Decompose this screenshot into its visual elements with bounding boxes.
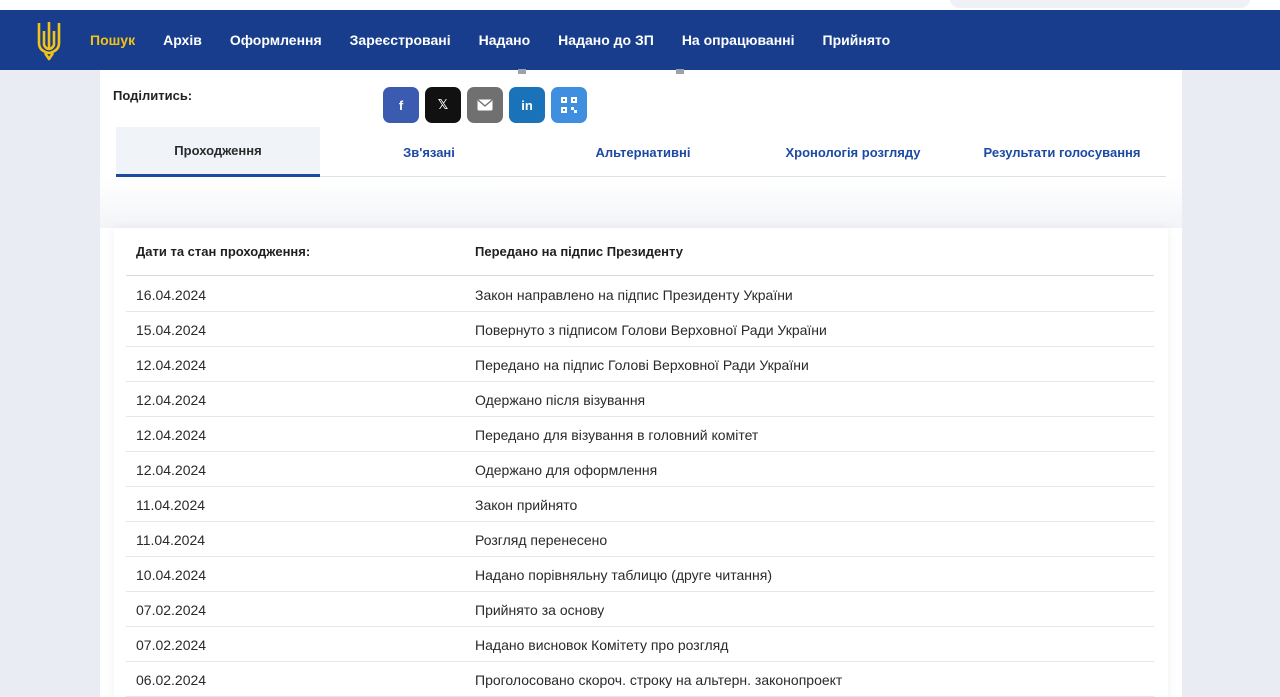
table-row: 16.04.2024 Закон направлено на підпис Пр… [126, 277, 1154, 312]
qr-share-button[interactable] [551, 87, 587, 123]
tab-related[interactable]: Зв'язані [320, 127, 538, 177]
row-status: Одержано після візування [475, 392, 646, 408]
facebook-share-button[interactable]: f [383, 87, 419, 123]
row-status: Повернуто з підписом Голови Верховної Ра… [475, 322, 827, 338]
tab-voting-results[interactable]: Результати голосування [958, 127, 1166, 177]
table-row: 10.04.2024 Надано порівняльну таблицю (д… [126, 557, 1154, 592]
main-content: Поділитись: f 𝕏 in Проходження Зв'язані … [100, 69, 1182, 697]
tab-alternative[interactable]: Альтернативні [538, 127, 748, 177]
x-icon: 𝕏 [437, 97, 449, 112]
table-row: 15.04.2024 Повернуто з підписом Голови В… [126, 312, 1154, 347]
bill-tabs: Проходження Зв'язані Альтернативні Хроно… [116, 127, 1166, 177]
row-date: 07.02.2024 [136, 637, 207, 653]
linkedin-share-button[interactable]: in [509, 87, 545, 123]
row-status: Надано висновок Комітету про розгляд [475, 637, 729, 653]
table-row: 12.04.2024 Одержано для оформлення [126, 452, 1154, 487]
facebook-icon: f [398, 97, 404, 113]
row-status: Закон прийнято [475, 497, 578, 513]
nav-item-accepted[interactable]: Прийнято [823, 32, 891, 48]
row-date: 10.04.2024 [136, 567, 207, 583]
trident-logo-icon[interactable] [34, 18, 64, 62]
nav-item-submitted[interactable]: Надано [479, 32, 531, 48]
x-share-button[interactable]: 𝕏 [425, 87, 461, 123]
linkedin-icon: in [521, 97, 533, 113]
row-status: Розгляд перенесено [475, 532, 608, 548]
clipped-text-fragment [518, 64, 858, 74]
row-status: Передано для візування в головний коміте… [475, 427, 759, 443]
row-date: 12.04.2024 [136, 427, 207, 443]
row-date: 12.04.2024 [136, 357, 207, 373]
table-row: 07.02.2024 Надано висновок Комітету про … [126, 627, 1154, 662]
table-row: 06.02.2024 Проголосовано скороч. строку … [126, 662, 1154, 697]
main-nav: Пошук Архів Оформлення Зареєстровані Над… [90, 32, 918, 48]
nav-item-search[interactable]: Пошук [90, 32, 135, 48]
nav-item-in-processing[interactable]: На опрацюванні [682, 32, 795, 48]
row-date: 12.04.2024 [136, 392, 207, 408]
email-share-button[interactable] [467, 87, 503, 123]
table-row: 12.04.2024 Одержано після візування [126, 382, 1154, 417]
nav-item-archive[interactable]: Архів [163, 32, 202, 48]
row-status: Одержано для оформлення [475, 462, 658, 478]
qr-code-icon [561, 97, 577, 113]
top-navigation-bar: Пошук Архів Оформлення Зареєстровані Над… [0, 10, 1280, 70]
table-row: 12.04.2024 Передано на підпис Голові Вер… [126, 347, 1154, 382]
row-status: Надано порівняльну таблицю (друге читанн… [475, 567, 772, 583]
share-label: Поділитись: [113, 88, 193, 103]
header-current-status: Передано на підпис Президенту [475, 244, 683, 259]
table-row: 07.02.2024 Прийнято за основу [126, 592, 1154, 627]
browser-top-strip [0, 0, 1280, 10]
table-row: 12.04.2024 Передано для візування в голо… [126, 417, 1154, 452]
row-date: 15.04.2024 [136, 322, 207, 338]
row-status: Прийнято за основу [475, 602, 605, 618]
row-date: 12.04.2024 [136, 462, 207, 478]
table-header: Дати та стан проходження: Передано на пі… [126, 228, 1154, 276]
row-date: 16.04.2024 [136, 287, 207, 303]
row-date: 11.04.2024 [136, 532, 206, 548]
section-spacer [100, 178, 1182, 228]
row-status: Передано на підпис Голові Верховної Ради… [475, 357, 809, 373]
row-status: Закон направлено на підпис Президенту Ук… [475, 287, 793, 303]
progress-panel: Дати та стан проходження: Передано на пі… [114, 228, 1168, 697]
row-date: 11.04.2024 [136, 497, 206, 513]
nav-item-formatting[interactable]: Оформлення [230, 32, 322, 48]
nav-item-submitted-zp[interactable]: Надано до ЗП [558, 32, 654, 48]
row-status: Проголосовано скороч. строку на альтерн.… [475, 672, 843, 688]
email-icon [477, 99, 493, 111]
search-pill [950, 0, 1250, 8]
table-row: 11.04.2024 Закон прийнято [126, 487, 1154, 522]
row-date: 07.02.2024 [136, 602, 207, 618]
nav-item-registered[interactable]: Зареєстровані [350, 32, 451, 48]
share-buttons: f 𝕏 in [383, 87, 593, 123]
table-row: 11.04.2024 Розгляд перенесено [126, 522, 1154, 557]
header-dates-status: Дати та стан проходження: [136, 244, 311, 259]
tab-review-chronology[interactable]: Хронологія розгляду [748, 127, 958, 177]
tab-progress[interactable]: Проходження [116, 127, 320, 177]
row-date: 06.02.2024 [136, 672, 207, 688]
